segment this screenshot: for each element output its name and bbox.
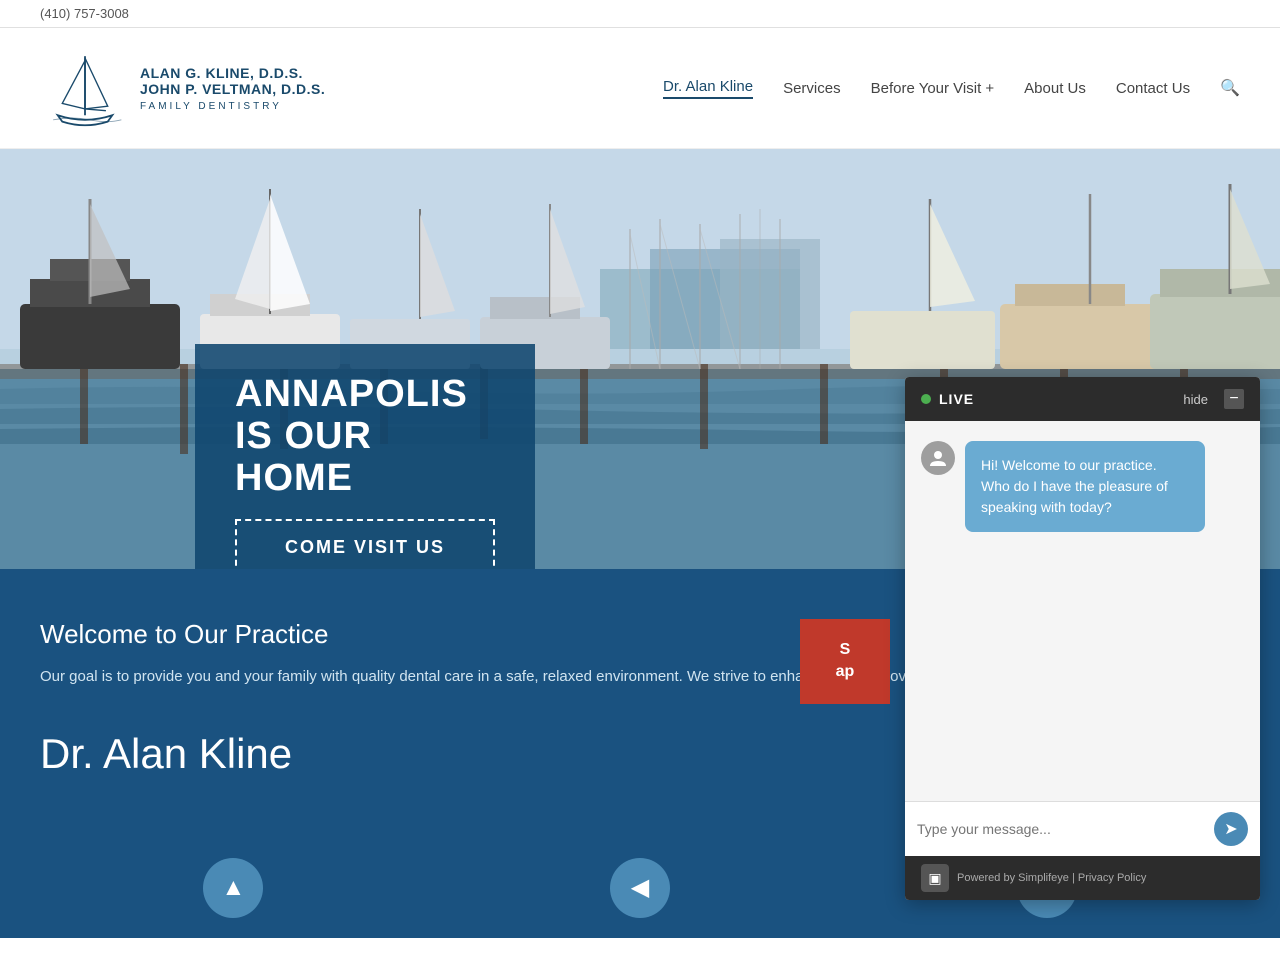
header: ALAN G. KLINE, D.D.S. JOHN P. VELTMAN, D… (0, 28, 1280, 149)
chat-message-row: Hi! Welcome to our practice. Who do I ha… (921, 441, 1244, 532)
chat-messages: Hi! Welcome to our practice. Who do I ha… (905, 421, 1260, 801)
chat-minimize-button[interactable]: − (1224, 389, 1244, 409)
hero-overlay: ANNAPOLIS IS OUR HOME COME VISIT US (195, 344, 535, 569)
hero-cta-button[interactable]: COME VISIT US (235, 519, 495, 569)
hero-heading: ANNAPOLIS IS OUR HOME (235, 374, 495, 499)
nav-item-contact[interactable]: Contact Us (1116, 80, 1190, 97)
main-nav: Dr. Alan Kline Services Before Your Visi… (663, 78, 1240, 99)
chat-footer: ▣ Powered by Simplifeye | Privacy Policy (905, 856, 1260, 900)
logo-subtitle: FAMILY DENTISTRY (140, 101, 325, 112)
chat-avatar (921, 441, 955, 475)
chat-input[interactable] (917, 821, 1206, 837)
logo-area: ALAN G. KLINE, D.D.S. JOHN P. VELTMAN, D… (40, 38, 325, 138)
top-bar: (410) 757-3008 (0, 0, 1280, 28)
nav-item-about[interactable]: About Us (1024, 80, 1086, 97)
live-indicator (921, 394, 931, 404)
live-label: LIVE (939, 391, 1175, 407)
avatar-icon (928, 448, 948, 468)
icon-circle-2[interactable]: ◀ (610, 858, 670, 918)
chat-widget: LIVE hide − Hi! Welcome to our practice.… (905, 377, 1260, 900)
chat-footer-logo: ▣ (921, 864, 949, 892)
nav-item-before-visit[interactable]: Before Your Visit + (871, 80, 995, 97)
logo-icon (40, 38, 130, 138)
schedule-text: Sap (818, 639, 872, 684)
nav-item-dr-kline[interactable]: Dr. Alan Kline (663, 78, 753, 99)
chat-footer-text: Powered by Simplifeye | Privacy Policy (957, 872, 1244, 884)
chat-input-area: ➤ (905, 801, 1260, 856)
icon-circle-1[interactable]: ▲ (203, 858, 263, 918)
logo-name1: ALAN G. KLINE, D.D.S. (140, 65, 325, 81)
logo-name2: JOHN P. VELTMAN, D.D.S. (140, 81, 325, 97)
chat-hide-button[interactable]: hide (1183, 392, 1208, 407)
phone-number: (410) 757-3008 (40, 6, 129, 21)
schedule-button[interactable]: Sap (800, 619, 890, 704)
chat-bubble: Hi! Welcome to our practice. Who do I ha… (965, 441, 1205, 532)
nav-item-services[interactable]: Services (783, 80, 841, 97)
chat-header: LIVE hide − (905, 377, 1260, 421)
send-arrow-icon: ➤ (1224, 819, 1237, 839)
logo-text: ALAN G. KLINE, D.D.S. JOHN P. VELTMAN, D… (140, 65, 325, 112)
search-icon[interactable]: 🔍 (1220, 78, 1240, 98)
chat-send-button[interactable]: ➤ (1214, 812, 1248, 846)
